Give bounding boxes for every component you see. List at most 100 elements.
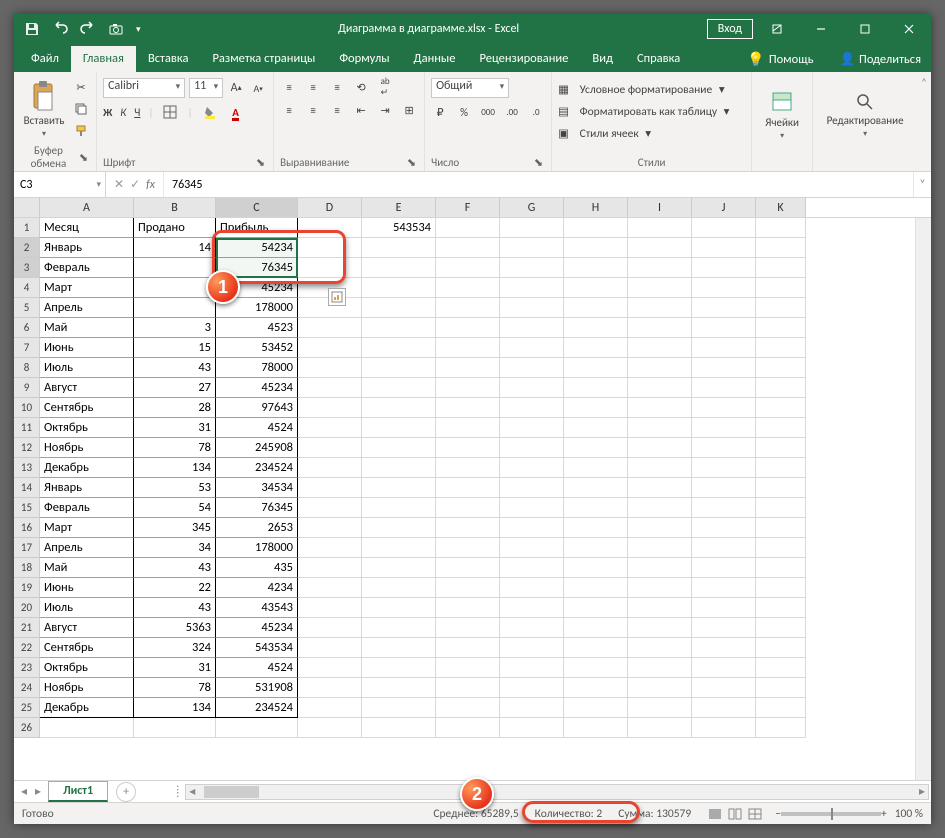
cell[interactable]	[692, 518, 756, 538]
cell[interactable]	[692, 658, 756, 678]
cell[interactable]	[756, 418, 806, 438]
cell[interactable]: 3	[134, 318, 216, 338]
tab-home[interactable]: Главная	[71, 46, 136, 72]
cell[interactable]	[628, 518, 692, 538]
col-header-j[interactable]: J	[692, 198, 756, 217]
cell[interactable]: Июль	[40, 598, 134, 618]
cell[interactable]: 53	[134, 478, 216, 498]
cell[interactable]	[298, 358, 362, 378]
cell[interactable]	[692, 498, 756, 518]
cell[interactable]	[564, 438, 628, 458]
cell[interactable]	[692, 238, 756, 258]
cell[interactable]: Сентябрь	[40, 638, 134, 658]
cell[interactable]	[628, 418, 692, 438]
cell[interactable]	[756, 518, 806, 538]
cell[interactable]	[564, 378, 628, 398]
italic-button[interactable]: К	[120, 106, 126, 119]
zoom-in-button[interactable]: +	[881, 807, 887, 821]
cell[interactable]	[436, 578, 500, 598]
col-header-b[interactable]: B	[134, 198, 216, 217]
cell[interactable]	[564, 518, 628, 538]
cell[interactable]	[362, 518, 436, 538]
cell[interactable]	[756, 398, 806, 418]
cell[interactable]: Продано	[134, 218, 216, 238]
cell[interactable]: 22	[134, 578, 216, 598]
row-header[interactable]: 2	[14, 238, 40, 258]
wrap-text-icon[interactable]: ab↵	[376, 78, 394, 96]
cell[interactable]	[756, 278, 806, 298]
cell[interactable]	[362, 338, 436, 358]
cell[interactable]	[564, 478, 628, 498]
cell[interactable]	[628, 298, 692, 318]
save-icon[interactable]	[24, 21, 40, 37]
cell[interactable]: 28	[134, 398, 216, 418]
name-box[interactable]: C3	[14, 172, 106, 197]
row-header[interactable]: 14	[14, 478, 40, 498]
cell[interactable]	[298, 538, 362, 558]
cell[interactable]	[500, 418, 564, 438]
row-header[interactable]: 12	[14, 438, 40, 458]
cell[interactable]	[628, 678, 692, 698]
align-center-icon[interactable]: ≡	[304, 101, 322, 119]
cell[interactable]: Август	[40, 618, 134, 638]
vertical-scrollbar[interactable]	[915, 218, 931, 780]
cell[interactable]: 31	[134, 658, 216, 678]
cell[interactable]	[298, 418, 362, 438]
cell[interactable]	[628, 238, 692, 258]
cell[interactable]	[298, 218, 362, 238]
cell[interactable]: Март	[40, 278, 134, 298]
cell[interactable]	[362, 398, 436, 418]
align-left-icon[interactable]: ≡	[280, 101, 298, 119]
decrease-indent-icon[interactable]: ⇤	[352, 101, 370, 119]
cell[interactable]	[134, 278, 216, 298]
cell[interactable]	[628, 438, 692, 458]
cell[interactable]: 543534	[216, 638, 298, 658]
cell[interactable]: Июнь	[40, 578, 134, 598]
cell[interactable]	[362, 678, 436, 698]
new-sheet-button[interactable]: +	[116, 782, 136, 802]
cell[interactable]	[628, 338, 692, 358]
clipboard-launcher[interactable]: ⬊	[77, 151, 90, 164]
bold-button[interactable]: Ж	[103, 106, 112, 119]
row-header[interactable]: 17	[14, 538, 40, 558]
cell[interactable]	[500, 378, 564, 398]
cell[interactable]: Январь	[40, 238, 134, 258]
view-page-break-icon[interactable]	[745, 806, 765, 822]
cell[interactable]	[362, 658, 436, 678]
cell[interactable]	[436, 238, 500, 258]
cell[interactable]: 15	[134, 338, 216, 358]
row-header[interactable]: 1	[14, 218, 40, 238]
cell[interactable]	[756, 558, 806, 578]
cell[interactable]: Ноябрь	[40, 678, 134, 698]
increase-decimal-icon[interactable]: .00	[503, 103, 521, 121]
cell[interactable]	[436, 678, 500, 698]
cell[interactable]	[692, 638, 756, 658]
cell[interactable]	[692, 558, 756, 578]
cell[interactable]	[500, 658, 564, 678]
cell[interactable]	[628, 398, 692, 418]
cell[interactable]	[436, 518, 500, 538]
cell[interactable]	[500, 438, 564, 458]
cell[interactable]	[436, 378, 500, 398]
cell[interactable]: 531908	[216, 678, 298, 698]
cell[interactable]	[436, 318, 500, 338]
cell[interactable]: Июнь	[40, 338, 134, 358]
cell[interactable]	[564, 578, 628, 598]
tab-data[interactable]: Данные	[402, 46, 468, 72]
row-header[interactable]: 13	[14, 458, 40, 478]
cell[interactable]: Январь	[40, 478, 134, 498]
expand-formula-bar-icon[interactable]: ˅	[913, 172, 931, 197]
cell[interactable]: 54	[134, 498, 216, 518]
cell[interactable]	[134, 298, 216, 318]
cell[interactable]	[564, 258, 628, 278]
rows-area[interactable]: 1МесяцПроданоПрибыль543534 2Январь145423…	[14, 218, 931, 780]
increase-indent-icon[interactable]: ⇥	[376, 101, 394, 119]
cell[interactable]	[362, 538, 436, 558]
cell[interactable]	[362, 378, 436, 398]
col-header-g[interactable]: G	[500, 198, 564, 217]
cell[interactable]	[298, 378, 362, 398]
editing-button[interactable]: Редактирование ▾	[819, 76, 911, 154]
cell[interactable]	[692, 578, 756, 598]
cell[interactable]	[362, 458, 436, 478]
cell[interactable]	[756, 358, 806, 378]
